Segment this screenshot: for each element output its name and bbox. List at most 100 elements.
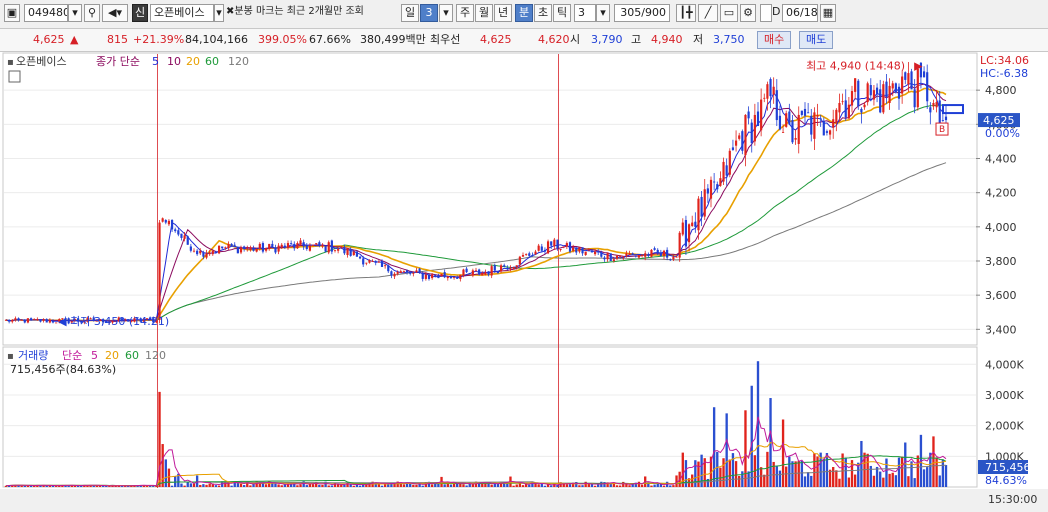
candle-body	[684, 220, 688, 247]
candle-body	[675, 256, 678, 258]
volume-bar	[716, 452, 719, 487]
candle-body	[368, 260, 371, 263]
candle-body	[167, 220, 171, 225]
volume-bar	[224, 481, 227, 487]
candle-body	[659, 252, 662, 256]
volume-bar	[938, 475, 941, 487]
candle-body	[384, 265, 387, 267]
volume-bar	[296, 485, 299, 487]
candle-body	[775, 90, 778, 121]
candle-body	[346, 248, 349, 256]
volume-bar	[759, 467, 763, 487]
low-arrow-icon: ◀	[58, 315, 67, 328]
candle-body	[496, 271, 500, 273]
candle-body	[340, 246, 343, 248]
candle-body	[904, 72, 907, 80]
candle-body	[926, 72, 929, 102]
candle-body	[897, 86, 901, 99]
candle-body	[418, 268, 421, 273]
candle-body	[252, 248, 255, 251]
price-legend-name: 오픈베이스	[16, 55, 67, 68]
volume-bar	[327, 485, 330, 487]
volume-bar	[597, 484, 600, 487]
candle-body	[882, 84, 885, 113]
candle-body	[393, 273, 396, 277]
candle-body	[528, 253, 531, 256]
volume-bar	[180, 483, 183, 487]
price-legend-ma20: 20	[186, 55, 200, 68]
volume-bar	[230, 485, 233, 487]
candle-body	[377, 261, 380, 263]
candle-body	[785, 113, 788, 127]
grid-toggle-icon[interactable]	[8, 70, 21, 83]
volume-bar	[443, 484, 446, 487]
volume-bar	[738, 475, 741, 487]
candle-body	[468, 272, 471, 274]
volume-bar	[271, 483, 274, 487]
volume-bar	[446, 483, 449, 487]
current-price-percent: 0.00%	[985, 127, 1020, 140]
volume-bar	[358, 485, 362, 487]
candle-body	[371, 261, 374, 262]
candle-body	[299, 240, 302, 245]
candle-body	[725, 165, 728, 176]
candle-body	[540, 246, 543, 251]
volume-bar	[763, 474, 766, 487]
volume-bar	[54, 486, 58, 487]
volume-bar	[195, 475, 199, 487]
candle-body	[174, 229, 177, 232]
volume-bar	[785, 466, 788, 487]
volume-bar	[340, 484, 343, 487]
candle-body	[258, 243, 261, 249]
volume-bar	[540, 484, 543, 487]
candle-body	[662, 250, 666, 256]
candle-body	[619, 255, 622, 257]
volume-bar	[528, 484, 531, 487]
candle-body	[246, 248, 249, 250]
candle-body	[559, 249, 562, 250]
candle-body	[935, 102, 938, 108]
candle-body	[249, 247, 252, 250]
candle-body	[415, 270, 418, 273]
candle-body	[8, 319, 11, 322]
candle-body	[503, 265, 506, 267]
volume-bar	[73, 485, 77, 487]
volume-bar	[838, 478, 841, 487]
candle-body	[568, 242, 572, 252]
candle-body	[944, 116, 948, 121]
candle-body	[603, 257, 606, 260]
candle-body	[330, 240, 333, 252]
volume-legend-ma5: 5	[91, 349, 98, 362]
candle-body	[51, 320, 55, 323]
candle-body	[863, 104, 866, 108]
volume-legend-ma120: 120	[145, 349, 166, 362]
volume-bar	[590, 484, 594, 487]
candle-body	[844, 100, 847, 118]
volume-legend-ma20: 20	[105, 349, 119, 362]
candle-body	[321, 244, 324, 247]
candle-body	[33, 319, 36, 320]
candle-body	[362, 258, 365, 265]
volume-bar	[189, 483, 193, 487]
volume-axis: 1,000K2,000K3,000K4,000K	[985, 358, 1024, 463]
candle-body	[427, 274, 431, 279]
volume-pane-bg	[2, 346, 978, 488]
candle-body	[672, 256, 675, 260]
price-pane-bg	[2, 52, 978, 346]
candle-body	[409, 272, 412, 274]
candle-body	[709, 179, 713, 199]
candle-body	[678, 232, 681, 258]
candle-body	[550, 241, 553, 246]
candle-body	[164, 220, 167, 223]
candle-body	[459, 274, 462, 279]
candle-body	[691, 222, 694, 226]
candle-body	[653, 248, 656, 250]
candle-body	[788, 111, 791, 125]
volume-bar	[813, 453, 816, 487]
volume-bar	[803, 476, 807, 487]
candle-body	[625, 253, 628, 256]
candle-body	[669, 259, 672, 261]
candle-body	[885, 81, 888, 97]
price-tick-label: 4,000	[985, 221, 1017, 234]
candle-body	[797, 114, 800, 144]
